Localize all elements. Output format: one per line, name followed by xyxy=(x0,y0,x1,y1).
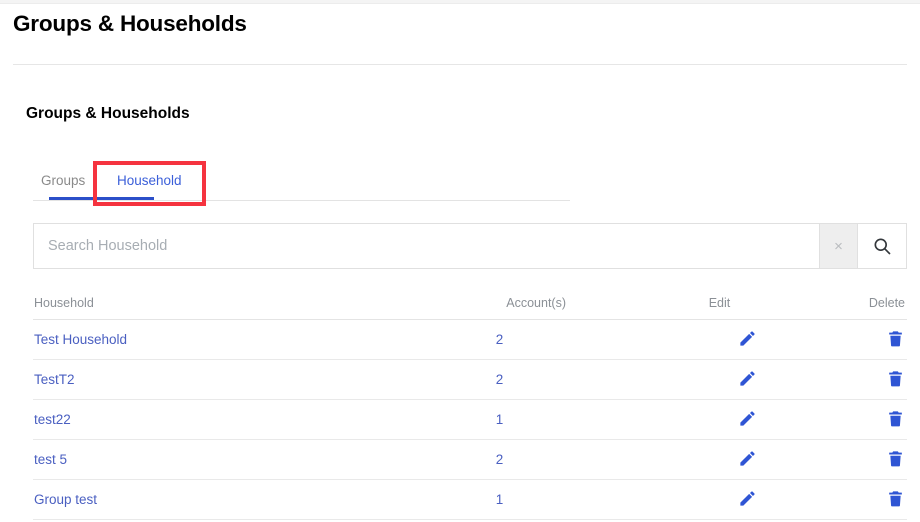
account-count[interactable]: 2 xyxy=(433,332,566,347)
account-count[interactable]: 1 xyxy=(433,412,566,427)
household-link[interactable]: test22 xyxy=(34,412,71,427)
trash-icon xyxy=(886,330,905,347)
tab-groups[interactable]: Groups xyxy=(41,173,85,188)
close-icon: × xyxy=(834,237,843,255)
table-row: Test Household 2 xyxy=(33,320,907,360)
tab-bar: Groups Household xyxy=(33,166,570,201)
section-title: Groups & Households xyxy=(26,105,190,122)
trash-icon xyxy=(886,450,905,467)
title-divider xyxy=(13,64,907,65)
trash-icon xyxy=(886,370,905,387)
column-header-accounts: Account(s) xyxy=(506,296,566,310)
pencil-icon xyxy=(738,410,757,427)
delete-button[interactable] xyxy=(772,489,905,508)
table-row: Group test 1 xyxy=(33,480,907,520)
pencil-icon xyxy=(738,330,757,347)
table-row: test22 1 xyxy=(33,400,907,440)
account-count[interactable]: 2 xyxy=(433,452,566,467)
search-input[interactable] xyxy=(33,223,819,269)
column-header-edit: Edit xyxy=(708,296,731,310)
clear-search-button[interactable]: × xyxy=(819,223,857,269)
table-header-row: Household Account(s) Edit Delete xyxy=(33,291,907,320)
household-link[interactable]: test 5 xyxy=(34,452,67,467)
trash-icon xyxy=(886,490,905,507)
page-title: Groups & Households xyxy=(13,11,247,36)
pencil-icon xyxy=(738,450,757,467)
household-link[interactable]: Test Household xyxy=(34,332,127,347)
delete-button[interactable] xyxy=(772,329,905,348)
household-link[interactable]: Group test xyxy=(34,492,97,507)
search-icon xyxy=(872,236,892,256)
tab-household[interactable]: Household xyxy=(117,173,182,188)
top-browser-strip xyxy=(0,0,920,4)
delete-button[interactable] xyxy=(772,449,905,468)
household-link[interactable]: TestT2 xyxy=(34,372,75,387)
tab-strip-border xyxy=(33,200,570,201)
trash-icon xyxy=(886,410,905,427)
account-count[interactable]: 1 xyxy=(433,492,566,507)
delete-button[interactable] xyxy=(772,369,905,388)
households-table: Household Account(s) Edit Delete Test Ho… xyxy=(33,291,907,520)
search-button[interactable] xyxy=(857,223,907,269)
column-header-household: Household xyxy=(34,296,94,310)
pencil-icon xyxy=(738,370,757,387)
delete-button[interactable] xyxy=(772,409,905,428)
column-header-delete: Delete xyxy=(868,296,905,310)
table-row: TestT2 2 xyxy=(33,360,907,400)
search-bar: × xyxy=(33,223,907,269)
table-row: test 5 2 xyxy=(33,440,907,480)
pencil-icon xyxy=(738,490,757,507)
account-count[interactable]: 2 xyxy=(433,372,566,387)
